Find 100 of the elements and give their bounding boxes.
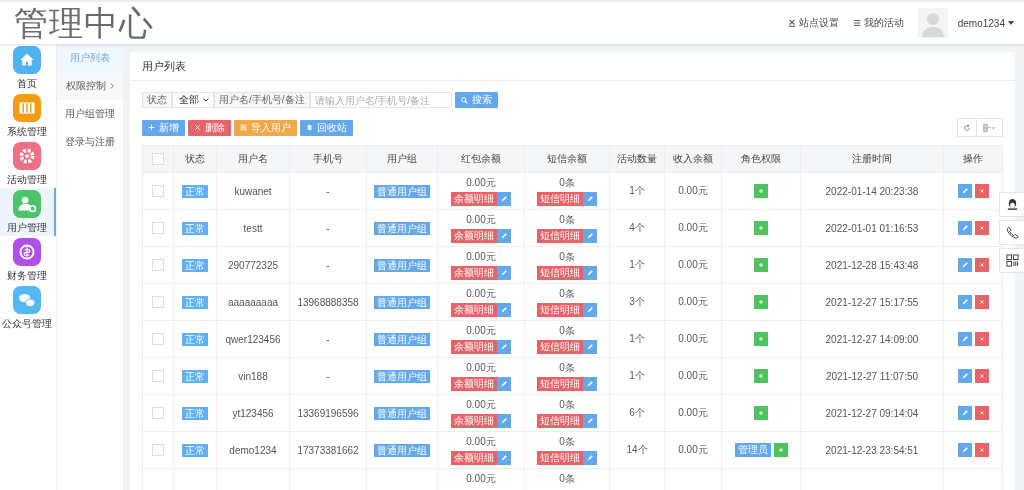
card-title: 用户列表 (130, 52, 1015, 81)
edit-button[interactable] (497, 303, 511, 317)
table-cell: 17373381662 (289, 431, 367, 469)
sidebar-item[interactable]: 首页 (0, 44, 56, 92)
action-button[interactable]: 回收站 (300, 119, 353, 136)
delete-button[interactable] (974, 332, 989, 346)
edit-button[interactable] (957, 221, 972, 235)
edit-button[interactable] (583, 229, 597, 243)
row-checkbox[interactable] (152, 444, 164, 457)
row-checkbox[interactable] (152, 407, 164, 420)
balance-detail-button[interactable]: 余额明细 (451, 192, 497, 206)
add-role-button[interactable] (773, 443, 788, 457)
delete-button[interactable] (974, 221, 989, 235)
balance-detail-button[interactable]: 余额明细 (451, 377, 497, 391)
table-cell: 0.00元 (664, 394, 722, 432)
sms-detail-button[interactable]: 短信明细 (537, 451, 583, 465)
sms-detail-button[interactable]: 短信明细 (537, 377, 583, 391)
group-tag: 普通用户组 (374, 406, 430, 420)
row-checkbox[interactable] (152, 259, 164, 272)
sms-detail-button[interactable]: 短信明细 (537, 303, 583, 317)
delete-button[interactable] (974, 443, 989, 457)
sms-detail-button[interactable]: 短信明细 (537, 229, 583, 243)
row-checkbox[interactable] (152, 296, 164, 309)
edit-icon (586, 417, 594, 425)
balance-detail-button[interactable]: 余额明细 (451, 266, 497, 280)
add-role-button[interactable] (754, 184, 768, 198)
balance-detail-button[interactable]: 余额明细 (451, 340, 497, 354)
edit-button[interactable] (957, 258, 972, 272)
row-checkbox[interactable] (152, 222, 164, 235)
edit-button[interactable] (497, 340, 511, 354)
delete-button[interactable] (974, 406, 989, 420)
phone-button[interactable] (999, 220, 1024, 245)
edit-button[interactable] (497, 266, 511, 280)
edit-icon (500, 454, 508, 462)
sidebar-item[interactable]: 活动管理 (0, 140, 56, 188)
balance-detail-button[interactable]: 余额明细 (451, 451, 497, 465)
delete-button[interactable] (974, 369, 989, 383)
action-button[interactable]: 新增 (142, 119, 185, 136)
edit-button[interactable] (497, 192, 511, 206)
edit-button[interactable] (583, 340, 597, 354)
sidebar-item[interactable]: 用户管理 (0, 188, 56, 236)
action-button[interactable]: 删除 (188, 119, 231, 136)
column-header: 状态 (173, 145, 217, 173)
balance-detail-button[interactable]: 余额明细 (451, 414, 497, 428)
edit-button[interactable] (957, 295, 972, 309)
row-checkbox[interactable] (152, 370, 164, 383)
edit-button[interactable] (497, 414, 511, 428)
edit-button[interactable] (583, 451, 597, 465)
add-role-button[interactable] (754, 406, 768, 420)
qr-code-button[interactable] (999, 248, 1024, 273)
edit-button[interactable] (583, 192, 597, 206)
add-role-button[interactable] (754, 295, 768, 309)
submenu-item[interactable]: 权限控制 (57, 72, 123, 100)
avatar-icon[interactable] (917, 8, 948, 38)
edit-button[interactable] (497, 377, 511, 391)
sidebar-item[interactable]: 财务管理 (0, 236, 56, 284)
delete-button[interactable] (974, 295, 989, 309)
row-checkbox[interactable] (152, 185, 164, 198)
status-select[interactable]: 全部 (172, 92, 214, 108)
edit-button[interactable] (957, 443, 972, 457)
balance-detail-button[interactable]: 余额明细 (451, 303, 497, 317)
sidebar-item[interactable]: 公众号管理 (0, 284, 56, 332)
chat-button[interactable] (999, 192, 1024, 217)
sms-detail-button[interactable]: 短信明细 (537, 192, 583, 206)
header-link[interactable]: 站点设置 (787, 16, 839, 30)
submenu-item[interactable]: 用户列表 (57, 44, 123, 72)
header-link[interactable]: 我的活动 (852, 16, 904, 30)
edit-button[interactable] (957, 369, 972, 383)
row-checkbox[interactable] (152, 333, 164, 346)
sidebar-item[interactable]: 系统管理 (0, 92, 56, 140)
user-menu[interactable]: demo1234 (957, 17, 1014, 29)
square-icon (240, 124, 247, 131)
edit-button[interactable] (583, 377, 597, 391)
add-role-button[interactable] (754, 221, 768, 235)
search-button[interactable]: 搜索 (454, 92, 498, 108)
refresh-button[interactable] (957, 118, 977, 137)
select-all-checkbox[interactable] (152, 153, 164, 166)
add-role-button[interactable] (754, 369, 768, 383)
edit-button[interactable] (583, 266, 597, 280)
delete-button[interactable] (974, 184, 989, 198)
table-cell: 2021-12-27 09:14:04 (800, 394, 944, 432)
edit-button[interactable] (957, 332, 972, 346)
add-role-button[interactable] (754, 258, 768, 272)
edit-button[interactable] (583, 414, 597, 428)
columns-button[interactable] (977, 118, 1003, 137)
edit-button[interactable] (583, 303, 597, 317)
edit-button[interactable] (497, 229, 511, 243)
sms-detail-button[interactable]: 短信明细 (537, 414, 583, 428)
sms-detail-button[interactable]: 短信明细 (537, 340, 583, 354)
sms-detail-button[interactable]: 短信明细 (537, 266, 583, 280)
add-role-button[interactable] (754, 332, 768, 346)
action-button[interactable]: 导入用户 (234, 119, 297, 136)
balance-detail-button[interactable]: 余额明细 (451, 229, 497, 243)
delete-button[interactable] (974, 258, 989, 272)
edit-button[interactable] (957, 184, 972, 198)
edit-icon (586, 454, 594, 462)
edit-button[interactable] (497, 451, 511, 465)
search-field[interactable]: 请输入用户名/手机号/备注 (309, 92, 452, 108)
edit-button[interactable] (957, 406, 972, 420)
table-cell: aaaaaaaaa (216, 283, 290, 321)
